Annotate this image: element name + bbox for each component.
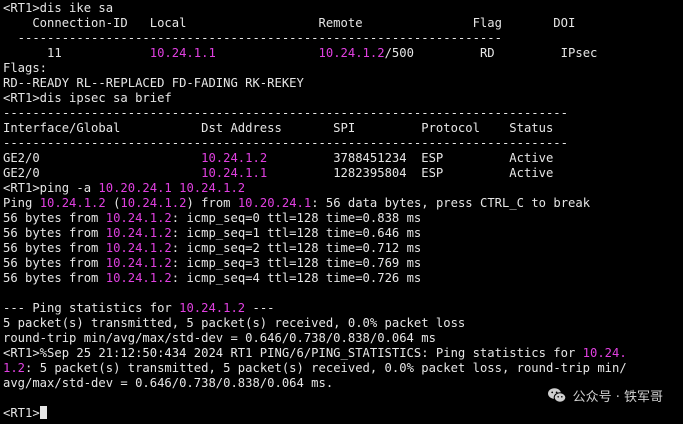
terminal-text: /500 RD IPsec (384, 46, 598, 60)
terminal-text: : 56 data bytes, press CTRL_C to break (311, 196, 591, 210)
terminal-text: <RT1>ping -a (3, 181, 99, 195)
watermark-text: 公众号 · 铁军哥 (572, 390, 663, 405)
terminal-cursor (39, 406, 47, 419)
terminal-text: Interface/Global Dst Address SPI Protoco… (3, 121, 554, 135)
ip-address: 10.24.1.1 (201, 166, 268, 180)
ip-address: 10.24.1.2 (179, 301, 246, 315)
terminal-text: ----------------------------------------… (3, 31, 502, 45)
terminal-text: GE2/0 (3, 166, 202, 180)
wechat-icon (547, 387, 567, 404)
watermark: 公众号 · 铁军哥 (547, 386, 663, 405)
ip-address: 10.24.1.2 (105, 271, 172, 285)
terminal-text: 11 (3, 46, 150, 60)
ip-address: 10.20.24.1 (237, 196, 312, 210)
terminal-text: ( (105, 196, 121, 210)
terminal-line: Flags: (3, 61, 683, 76)
terminal-text: ----------------------------------------… (3, 106, 568, 120)
terminal-line: 56 bytes from 10.24.1.2: icmp_seq=0 ttl=… (3, 211, 683, 226)
terminal-text: : icmp_seq=0 ttl=128 time=0.838 ms (171, 211, 422, 225)
terminal-text: 5 packet(s) transmitted, 5 packet(s) rec… (3, 316, 466, 330)
terminal-text: GE2/0 (3, 151, 202, 165)
terminal-line: 56 bytes from 10.24.1.2: icmp_seq=2 ttl=… (3, 241, 683, 256)
terminal-text: <RT1> (3, 406, 40, 420)
ip-address: 10.24.1.2 (105, 241, 172, 255)
ip-address: 10.24.1.2 (201, 151, 268, 165)
terminal-text: 56 bytes from (3, 241, 106, 255)
terminal-line: ----------------------------------------… (3, 31, 683, 46)
terminal-text: 1282395804 ESP Active (267, 166, 554, 180)
ip-address: 10.24.1.2 (105, 256, 172, 270)
terminal-text: ) from (186, 196, 238, 210)
ip-address: 10.24.1.2 (105, 226, 172, 240)
terminal-line: 11 10.24.1.1 10.24.1.2/500 RD IPsec (3, 46, 683, 61)
terminal-line: ----------------------------------------… (3, 106, 683, 121)
terminal-line: <RT1>%Sep 25 21:12:50:434 2024 RT1 PING/… (3, 346, 683, 361)
terminal-line: Ping 10.24.1.2 (10.24.1.2) from 10.20.24… (3, 196, 683, 211)
terminal-line: 56 bytes from 10.24.1.2: icmp_seq=3 ttl=… (3, 256, 683, 271)
terminal-line: Interface/Global Dst Address SPI Protoco… (3, 121, 683, 136)
ip-address: 10.24.1.2 (179, 181, 246, 195)
ip-address: 10.24. (582, 346, 627, 360)
ip-address: 10.24.1.2 (105, 211, 172, 225)
terminal-text: RD--READY RL--REPLACED FD-FADING RK-REKE… (3, 76, 304, 90)
terminal-line: <RT1>ping -a 10.20.24.1 10.24.1.2 (3, 181, 683, 196)
terminal-text: : icmp_seq=2 ttl=128 time=0.712 ms (171, 241, 422, 255)
terminal-line: <RT1> (3, 406, 683, 421)
terminal-text: avg/max/std-dev = 0.646/0.738/0.838/0.06… (3, 376, 334, 390)
ip-address: 10.24.1.2 (120, 196, 187, 210)
terminal-text: 3788451234 ESP Active (267, 151, 554, 165)
terminal-line: GE2/0 10.24.1.1 1282395804 ESP Active (3, 166, 683, 181)
terminal-text: <RT1>%Sep 25 21:12:50:434 2024 RT1 PING/… (3, 346, 583, 360)
ip-address: 10.24.1.2 (39, 196, 106, 210)
terminal-line: GE2/0 10.24.1.2 3788451234 ESP Active (3, 151, 683, 166)
terminal-text: Ping (3, 196, 40, 210)
terminal-line: 5 packet(s) transmitted, 5 packet(s) rec… (3, 316, 683, 331)
terminal-text: <RT1>dis ike sa (3, 1, 114, 15)
terminal-text: --- Ping statistics for (3, 301, 180, 315)
terminal-text: round-trip min/avg/max/std-dev = 0.646/0… (3, 331, 436, 345)
terminal-line: ----------------------------------------… (3, 136, 683, 151)
terminal-line: 56 bytes from 10.24.1.2: icmp_seq=1 ttl=… (3, 226, 683, 241)
terminal-text: 56 bytes from (3, 256, 106, 270)
ip-address: 1.2 (3, 361, 26, 375)
terminal-text: ----------------------------------------… (3, 136, 568, 150)
terminal-line: 1.2: 5 packet(s) transmitted, 5 packet(s… (3, 361, 683, 376)
terminal-text: <RT1>dis ipsec sa brief (3, 91, 172, 105)
terminal-text: Connection-ID Local Remote Flag DOI (3, 16, 576, 30)
terminal-line: Connection-ID Local Remote Flag DOI (3, 16, 683, 31)
ip-address: 10.24.1.1 (149, 46, 216, 60)
terminal-text: : icmp_seq=4 ttl=128 time=0.726 ms (171, 271, 422, 285)
terminal-line: <RT1>dis ike sa (3, 1, 683, 16)
terminal-text: : 5 packet(s) transmitted, 5 packet(s) r… (25, 361, 627, 375)
terminal-text: : icmp_seq=3 ttl=128 time=0.769 ms (171, 256, 422, 270)
terminal-text: 56 bytes from (3, 211, 106, 225)
ip-address: 10.20.24.1 (98, 181, 172, 195)
terminal-text: 56 bytes from (3, 226, 106, 240)
terminal-text: : icmp_seq=1 ttl=128 time=0.646 ms (171, 226, 422, 240)
terminal-text: 56 bytes from (3, 271, 106, 285)
ip-address: 10.24.1.2 (318, 46, 385, 60)
terminal-line: RD--READY RL--REPLACED FD-FADING RK-REKE… (3, 76, 683, 91)
terminal-window[interactable]: <RT1>dis ike sa Connection-ID Local Remo… (0, 0, 683, 424)
terminal-line: round-trip min/avg/max/std-dev = 0.646/0… (3, 331, 683, 346)
terminal-text: Flags: (3, 61, 48, 75)
terminal-line: <RT1>dis ipsec sa brief (3, 91, 683, 106)
terminal-line: 56 bytes from 10.24.1.2: icmp_seq=4 ttl=… (3, 271, 683, 286)
terminal-line: --- Ping statistics for 10.24.1.2 --- (3, 301, 683, 316)
terminal-text: --- (245, 301, 275, 315)
